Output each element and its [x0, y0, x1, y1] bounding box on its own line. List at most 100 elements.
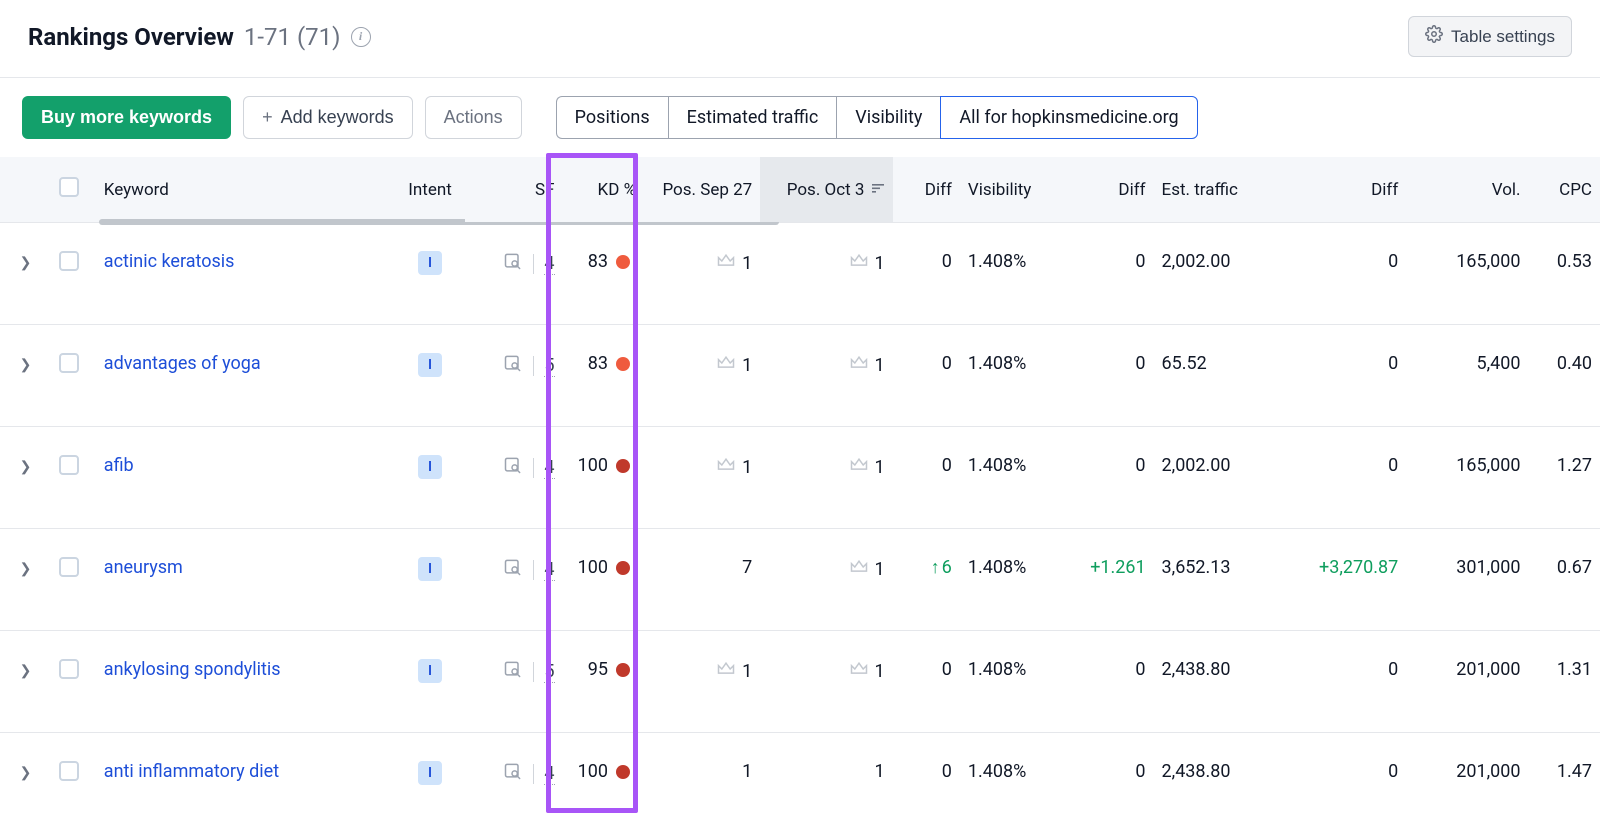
est-traffic-diff: 0	[1388, 353, 1398, 374]
table-row: ❯ ankylosing spondylitis I 5 95 1 1 0 1.…	[0, 631, 1600, 733]
keyword-link[interactable]: aneurysm	[104, 557, 183, 578]
volume-value: 165,000	[1456, 251, 1520, 272]
col-est-traffic[interactable]: Est. traffic	[1154, 157, 1289, 223]
sf-count[interactable]: 4	[544, 253, 554, 275]
table-row: ❯ anti inflammatory diet I 4 100 1 1 0 1…	[0, 733, 1600, 834]
expand-row-icon[interactable]: ❯	[20, 561, 32, 577]
serp-features-icon[interactable]	[503, 557, 523, 582]
select-all-checkbox[interactable]	[59, 177, 79, 197]
col-cpc[interactable]: CPC	[1529, 157, 1600, 223]
row-checkbox[interactable]	[59, 557, 79, 577]
keyword-link[interactable]: afib	[104, 455, 134, 476]
col-intent[interactable]: Intent	[395, 157, 464, 223]
est-traffic-diff: 0	[1388, 761, 1398, 782]
table-settings-button[interactable]: Table settings	[1408, 16, 1572, 57]
serp-features-icon[interactable]	[503, 761, 523, 786]
col-keyword[interactable]: Keyword	[96, 157, 396, 223]
row-checkbox[interactable]	[59, 659, 79, 679]
row-checkbox[interactable]	[59, 353, 79, 373]
tab-visibility[interactable]: Visibility	[836, 96, 940, 139]
sf-count[interactable]: 4	[544, 559, 554, 581]
row-checkbox[interactable]	[59, 761, 79, 781]
col-kd[interactable]: KD %	[563, 157, 645, 223]
col-diff-visibility[interactable]: Diff	[1082, 157, 1153, 223]
tab-all-for-domain[interactable]: All for hopkinsmedicine.org	[940, 96, 1197, 139]
view-tabs: Positions Estimated traffic Visibility A…	[556, 96, 1198, 139]
expand-row-icon[interactable]: ❯	[20, 663, 32, 679]
crown-icon	[849, 455, 869, 480]
serp-features-icon[interactable]	[503, 455, 523, 480]
keyword-link[interactable]: advantages of yoga	[104, 353, 261, 374]
buy-more-keywords-button[interactable]: Buy more keywords	[22, 96, 231, 139]
serp-features-icon[interactable]	[503, 659, 523, 684]
gear-icon	[1425, 25, 1443, 48]
actions-button[interactable]: Actions	[425, 96, 522, 139]
row-checkbox[interactable]	[59, 455, 79, 475]
expand-row-icon[interactable]: ❯	[20, 765, 32, 781]
expand-row-icon[interactable]: ❯	[20, 459, 32, 475]
cpc-value: 0.40	[1557, 353, 1592, 374]
table-row: ❯ actinic keratosis I 4 83 1 1 0 1.408% …	[0, 223, 1600, 325]
intent-badge[interactable]: I	[418, 353, 442, 377]
col-vol[interactable]: Vol.	[1406, 157, 1528, 223]
table-row: ❯ advantages of yoga I 5 83 1 1 0 1.408%…	[0, 325, 1600, 427]
keyword-link[interactable]: anti inflammatory diet	[104, 761, 279, 782]
expand-row-icon[interactable]: ❯	[20, 255, 32, 271]
sf-count[interactable]: 4	[544, 763, 554, 785]
serp-features-icon[interactable]	[503, 251, 523, 276]
add-keywords-button[interactable]: + Add keywords	[243, 96, 413, 139]
col-diff-traffic[interactable]: Diff	[1288, 157, 1406, 223]
visibility-value: 1.408%	[968, 455, 1026, 476]
volume-value: 201,000	[1456, 761, 1520, 782]
visibility-diff: 0	[1135, 353, 1145, 374]
col-diff-pos[interactable]: Diff	[893, 157, 960, 223]
intent-badge[interactable]: I	[418, 761, 442, 785]
est-traffic-value: 3,652.13	[1162, 557, 1231, 578]
visibility-diff: 0	[1135, 251, 1145, 272]
row-checkbox[interactable]	[59, 251, 79, 271]
pos-diff: 0	[942, 659, 952, 680]
kd-value: 100	[578, 761, 608, 782]
est-traffic-value: 2,002.00	[1162, 251, 1231, 272]
info-icon[interactable]: i	[351, 27, 371, 47]
intent-badge[interactable]: I	[418, 251, 442, 275]
page-header: Rankings Overview 1-71 (71) i Table sett…	[0, 0, 1600, 78]
serp-features-icon[interactable]	[503, 353, 523, 378]
sort-indicator-icon	[869, 180, 885, 200]
position-value: 1	[875, 661, 885, 682]
table-header-row: Keyword Intent SF KD % Pos. Sep 27 Pos. …	[0, 157, 1600, 223]
sf-count[interactable]: 5	[544, 355, 554, 377]
volume-value: 301,000	[1456, 557, 1520, 578]
divider	[533, 662, 534, 682]
col-sf[interactable]: SF	[465, 157, 563, 223]
rankings-table: Keyword Intent SF KD % Pos. Sep 27 Pos. …	[0, 157, 1600, 834]
est-traffic-diff: 0	[1388, 251, 1398, 272]
divider	[533, 560, 534, 580]
kd-value: 83	[588, 353, 608, 374]
sf-count[interactable]: 4	[544, 457, 554, 479]
sf-count[interactable]: 5	[544, 661, 554, 683]
tab-estimated-traffic[interactable]: Estimated traffic	[668, 96, 837, 139]
crown-icon	[716, 455, 736, 480]
intent-badge[interactable]: I	[418, 455, 442, 479]
kd-difficulty-dot	[616, 765, 630, 779]
divider	[533, 764, 534, 784]
kd-value: 83	[588, 251, 608, 272]
position-value: 1	[875, 559, 885, 580]
divider	[533, 254, 534, 274]
tab-positions[interactable]: Positions	[556, 96, 668, 139]
volume-value: 5,400	[1477, 353, 1521, 374]
keyword-link[interactable]: ankylosing spondylitis	[104, 659, 281, 680]
expand-row-icon[interactable]: ❯	[20, 357, 32, 373]
page-title-range: 1-71 (71)	[244, 23, 341, 51]
col-pos-sep27[interactable]: Pos. Sep 27	[644, 157, 760, 223]
keyword-link[interactable]: actinic keratosis	[104, 251, 235, 272]
position-value: 1	[742, 253, 752, 274]
cpc-value: 0.67	[1557, 557, 1592, 578]
intent-badge[interactable]: I	[418, 659, 442, 683]
col-visibility[interactable]: Visibility	[960, 157, 1082, 223]
col-pos-oct3[interactable]: Pos. Oct 3	[760, 157, 892, 223]
divider	[533, 356, 534, 376]
intent-badge[interactable]: I	[418, 557, 442, 581]
est-traffic-diff: 0	[1388, 455, 1398, 476]
